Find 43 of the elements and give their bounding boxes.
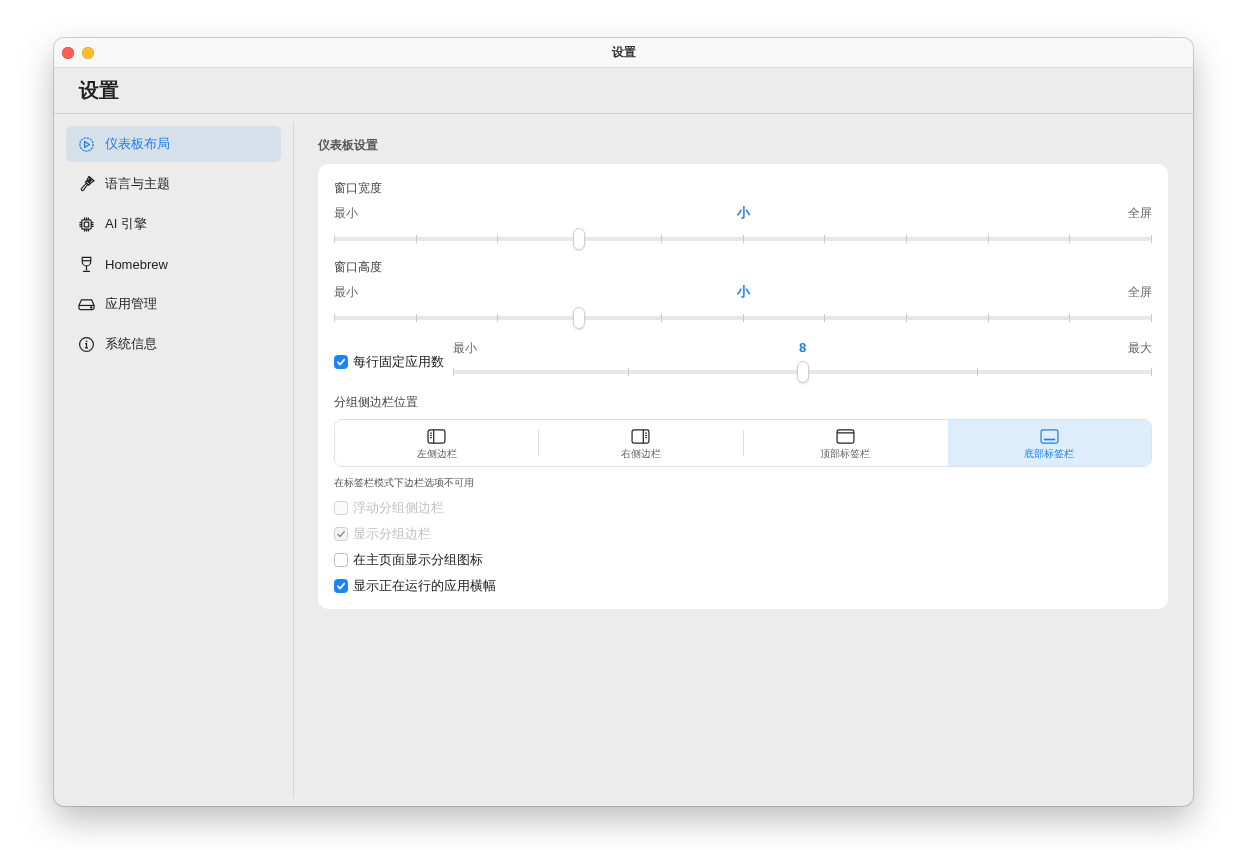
checkbox-label: 浮动分组侧边栏 xyxy=(353,499,444,517)
left-sidebar-icon xyxy=(427,429,447,444)
segment-option[interactable]: 底部标签栏 xyxy=(947,420,1151,466)
slider-max-label: 最大 xyxy=(1128,341,1152,356)
sidebar-item[interactable]: 语言与主题 xyxy=(66,166,281,202)
slider-max-label: 全屏 xyxy=(1128,285,1152,300)
chip-icon xyxy=(78,215,95,233)
slider-thumb[interactable] xyxy=(796,361,809,383)
paintbrush-icon xyxy=(78,175,95,193)
hint-text: 在标签栏模式下边栏选项不可用 xyxy=(334,476,474,490)
slider-min-label: 最小 xyxy=(334,206,358,221)
slider-label: 窗口高度 xyxy=(334,259,382,275)
sidebar-item[interactable]: 系统信息 xyxy=(66,326,281,362)
slider-label: 窗口宽度 xyxy=(334,180,382,196)
slider-min-label: 最小 xyxy=(334,285,358,300)
slider-thumb[interactable] xyxy=(573,307,586,329)
sidebar-item[interactable]: 应用管理 xyxy=(66,286,281,322)
close-button[interactable] xyxy=(62,46,74,59)
sidebar-item[interactable]: Homebrew xyxy=(66,246,281,282)
window-icon xyxy=(835,429,855,444)
gauge-icon xyxy=(78,135,95,153)
right-sidebar-icon xyxy=(631,429,651,444)
window-title: 设置 xyxy=(611,44,636,61)
info-icon xyxy=(78,335,95,353)
slider-min-label: 最小 xyxy=(453,341,477,356)
page-title: 设置 xyxy=(79,78,119,103)
group-label: 分组侧边栏位置 xyxy=(334,394,418,410)
slider-value: 小 xyxy=(736,284,750,300)
checkbox[interactable] xyxy=(334,354,348,369)
sidebar-item[interactable]: AI 引擎 xyxy=(66,206,281,242)
section-title: 仪表板设置 xyxy=(318,137,378,153)
checkbox-label: 在主页面显示分组图标 xyxy=(353,551,483,569)
checkbox[interactable] xyxy=(334,553,348,567)
checkbox[interactable] xyxy=(334,579,348,593)
checkbox-label: 显示正在运行的应用横幅 xyxy=(353,577,496,595)
slider-thumb[interactable] xyxy=(573,228,586,250)
slider-max-label: 全屏 xyxy=(1128,206,1152,221)
slider-value: 小 xyxy=(736,205,750,221)
minimize-button[interactable] xyxy=(82,46,94,59)
checkbox-label: 显示分组边栏 xyxy=(353,525,431,543)
bottom-bar-icon xyxy=(1039,429,1059,444)
slider-value: 8 xyxy=(798,340,807,356)
checkbox-label: 每行固定应用数 xyxy=(353,352,444,371)
